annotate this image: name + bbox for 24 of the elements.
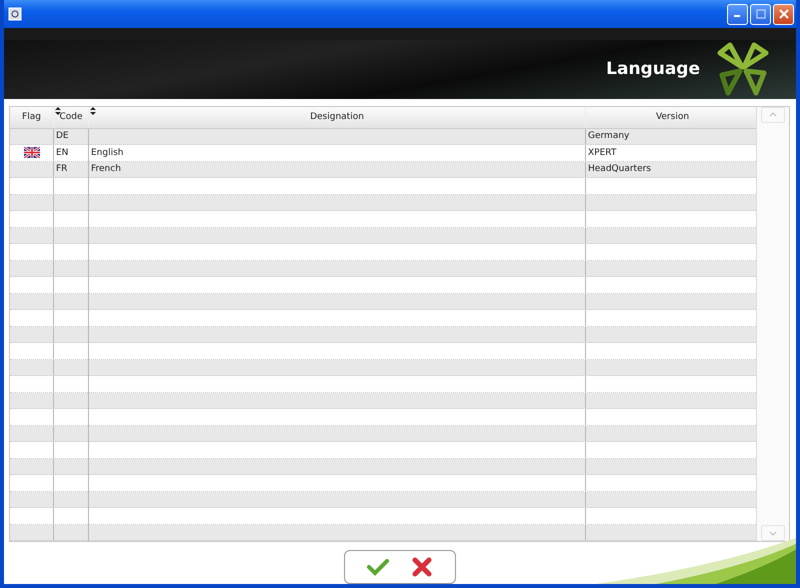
sort-icon xyxy=(55,106,61,114)
close-icon xyxy=(778,9,788,19)
table-cell: English xyxy=(91,148,124,158)
table-cell: XPERT xyxy=(588,148,616,158)
maximize-button[interactable] xyxy=(750,4,771,24)
flag-icon xyxy=(24,147,40,158)
table-cell: Germany xyxy=(588,131,630,142)
table-row[interactable]: DE Germany xyxy=(10,128,756,145)
table-cell: FR xyxy=(56,164,68,174)
column-header[interactable]: Designation xyxy=(89,106,586,128)
maximize-icon xyxy=(756,9,766,19)
sort-icon xyxy=(90,106,96,114)
table-cell: EN xyxy=(56,148,68,158)
table-cell: HeadQuarters xyxy=(588,164,651,174)
table-row[interactable]: FR French HeadQuarters xyxy=(10,162,756,178)
page-title: Language xyxy=(606,59,700,80)
column-header[interactable]: Code xyxy=(54,106,89,128)
table-cell: French xyxy=(91,164,121,174)
app-icon xyxy=(8,7,22,21)
minimize-button[interactable] xyxy=(727,4,748,24)
table-cell: DE xyxy=(56,131,69,142)
close-button[interactable] xyxy=(773,4,794,24)
column-header[interactable]: Flag xyxy=(10,106,54,128)
table-row[interactable]: EN English XPERT xyxy=(10,145,756,162)
